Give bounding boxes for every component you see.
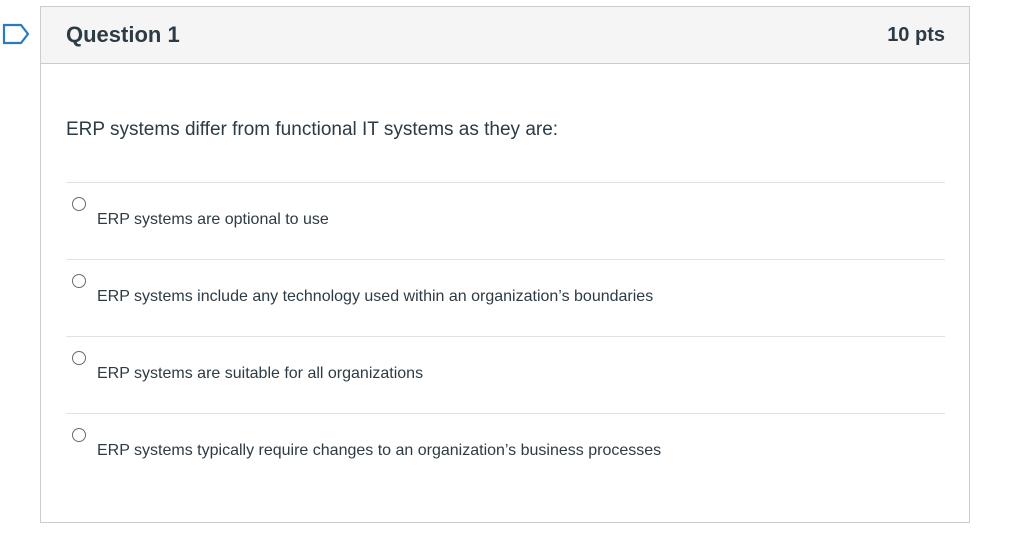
- radio-unchecked-icon[interactable]: [72, 351, 86, 365]
- answer-label[interactable]: ERP systems typically require changes to…: [97, 441, 661, 461]
- answer-label[interactable]: ERP systems are suitable for all organiz…: [97, 364, 423, 384]
- question-title: Question 1: [66, 22, 180, 47]
- radio-unchecked-icon[interactable]: [72, 428, 86, 442]
- answer-option-2[interactable]: ERP systems include any technology used …: [66, 259, 945, 336]
- answer-option-1[interactable]: ERP systems are optional to use: [66, 182, 945, 259]
- answer-option-3[interactable]: ERP systems are suitable for all organiz…: [66, 336, 945, 413]
- quiz-page: Question 1 10 pts ERP systems differ fro…: [0, 0, 1009, 549]
- answer-label[interactable]: ERP systems are optional to use: [97, 210, 329, 230]
- question-points: 10 pts: [887, 23, 945, 46]
- flag-outline-icon[interactable]: [2, 23, 30, 45]
- answer-list: ERP systems are optional to use ERP syst…: [66, 182, 945, 490]
- radio-unchecked-icon[interactable]: [72, 197, 86, 211]
- question-header: Question 1 10 pts: [41, 7, 969, 64]
- question-text: ERP systems differ from functional IT sy…: [66, 119, 559, 140]
- radio-unchecked-icon[interactable]: [72, 274, 86, 288]
- answer-label[interactable]: ERP systems include any technology used …: [97, 287, 653, 307]
- question-body: ERP systems differ from functional IT sy…: [41, 118, 969, 490]
- question-card: Question 1 10 pts ERP systems differ fro…: [40, 6, 970, 523]
- answer-option-4[interactable]: ERP systems typically require changes to…: [66, 413, 945, 490]
